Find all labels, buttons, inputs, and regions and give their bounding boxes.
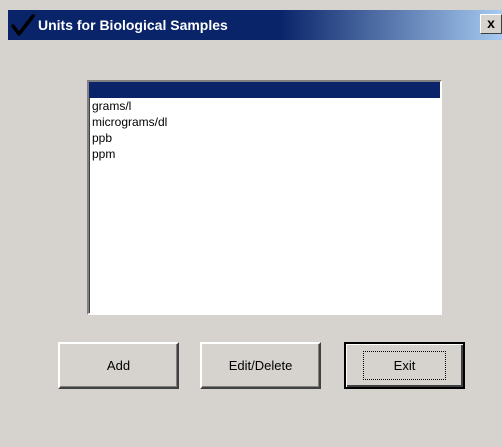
list-item[interactable]: micrograms/dl xyxy=(89,114,440,130)
list-item[interactable]: ppb xyxy=(89,130,440,146)
edit-delete-button-label: Edit/Delete xyxy=(228,358,293,373)
list-item[interactable]: ppm xyxy=(89,146,440,162)
edit-delete-button[interactable]: Edit/Delete xyxy=(200,342,321,389)
add-button[interactable]: Add xyxy=(58,342,179,389)
list-item[interactable] xyxy=(89,82,440,98)
exit-button[interactable]: Exit xyxy=(344,342,465,389)
close-button[interactable]: x xyxy=(480,14,502,34)
window-title: Units for Biological Samples xyxy=(38,17,228,33)
units-listbox[interactable]: grams/l micrograms/dl ppb ppm xyxy=(87,80,442,315)
exit-button-label: Exit xyxy=(362,351,447,380)
close-icon: x xyxy=(487,15,495,31)
title-bar[interactable]: Units for Biological Samples x xyxy=(8,10,502,40)
add-button-label: Add xyxy=(106,358,131,373)
list-item[interactable]: grams/l xyxy=(89,98,440,114)
checkmark-icon xyxy=(10,13,36,39)
dialog-window: Units for Biological Samples x grams/l m… xyxy=(0,0,502,447)
